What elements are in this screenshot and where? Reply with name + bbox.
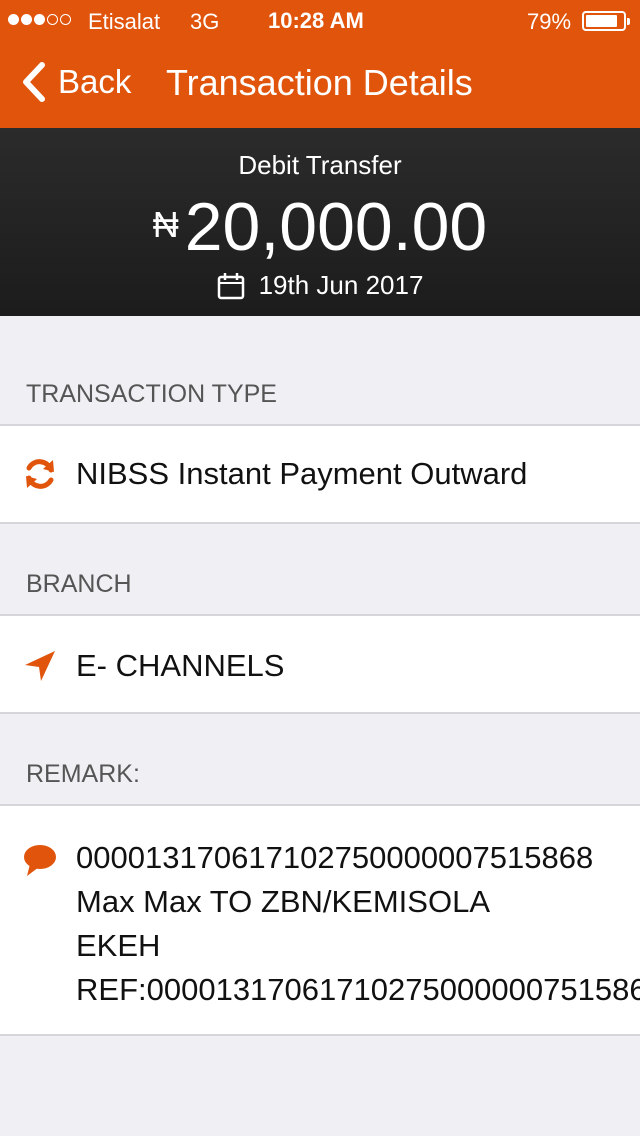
remark-value: 000013170617102750000007515868 Max Max TO… — [76, 836, 640, 1012]
refresh-icon — [26, 459, 54, 489]
app-header: Etisalat 3G 10:28 AM 79% Back Transactio… — [0, 0, 640, 128]
battery-icon — [582, 11, 630, 31]
clock: 10:28 AM — [268, 8, 364, 33]
branch-value: E- CHANNELS — [76, 648, 285, 683]
remark-label: REMARK: — [26, 760, 140, 788]
transaction-summary: Debit Transfer ₦ 20,000.00 19th Jun 2017 — [0, 128, 640, 316]
transaction-date: 19th Jun 2017 — [258, 270, 424, 300]
status-bar: Etisalat 3G 10:28 AM 79% — [0, 0, 640, 40]
back-label: Back — [58, 63, 132, 100]
amount-row: ₦ 20,000.00 — [0, 188, 640, 266]
remark-row: 000013170617102750000007515868 Max Max TO… — [0, 804, 640, 1036]
network-type: 3G — [190, 9, 220, 34]
remark-line: REF:000013170617102750000007515868 — [76, 972, 640, 1007]
chevron-left-icon — [23, 62, 45, 102]
navigation-bar: Back Transaction Details — [0, 40, 640, 128]
remark-line: EKEH — [76, 928, 161, 963]
carrier-name: Etisalat — [88, 9, 161, 34]
currency-symbol: ₦ — [152, 204, 179, 245]
calendar-icon — [217, 272, 244, 299]
transaction-type-row: NIBSS Instant Payment Outward — [0, 424, 640, 524]
transaction-amount: 20,000.00 — [184, 189, 488, 265]
transaction-type-label: TRANSACTION TYPE — [26, 380, 277, 408]
branch-label: BRANCH — [26, 570, 132, 598]
page-title: Transaction Details — [166, 62, 473, 103]
remark-line: Max Max TO ZBN/KEMISOLA — [76, 884, 491, 919]
comment-icon — [24, 845, 56, 876]
remark-line: 000013170617102750000007515868 — [76, 840, 594, 875]
transaction-kind: Debit Transfer — [238, 150, 402, 180]
date-row: 19th Jun 2017 — [0, 270, 640, 301]
transaction-type-value: NIBSS Instant Payment Outward — [76, 456, 528, 491]
signal-strength-icon — [8, 14, 71, 25]
battery-percent: 79% — [527, 9, 572, 34]
location-arrow-icon — [25, 651, 55, 681]
branch-row: E- CHANNELS — [0, 614, 640, 714]
back-button[interactable]: Back — [20, 60, 131, 104]
